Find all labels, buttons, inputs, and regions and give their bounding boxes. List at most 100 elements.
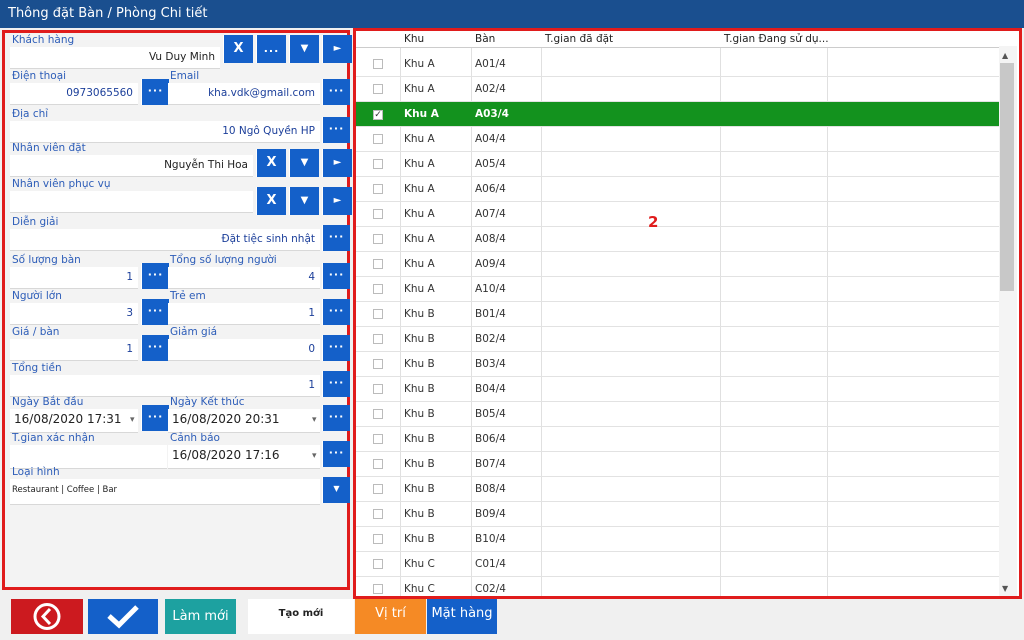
table-row[interactable]: Khu B B07/4 — [356, 452, 999, 477]
table-row[interactable]: Khu C C02/4 — [356, 577, 999, 596]
row-checkbox[interactable] — [373, 84, 383, 94]
warning-ellipsis-button[interactable]: ··· — [322, 441, 350, 467]
discount-ellipsis-button[interactable]: ··· — [322, 335, 350, 361]
row-checkbox[interactable] — [373, 534, 383, 544]
adults-input[interactable]: 3 — [10, 303, 138, 325]
row-checkbox[interactable] — [373, 434, 383, 444]
table-row[interactable]: Khu B B05/4 — [356, 402, 999, 427]
table-row[interactable]: Khu B B02/4 — [356, 327, 999, 352]
total-ellipsis-button[interactable]: ··· — [322, 371, 350, 397]
table-row[interactable]: Khu A A10/4 — [356, 277, 999, 302]
column-header-in-use-time[interactable]: T.gian Đang sử dụ... — [724, 33, 829, 45]
table-row[interactable]: Khu A A04/4 — [356, 127, 999, 152]
table-row[interactable]: Khu B B06/4 — [356, 427, 999, 452]
scroll-up-icon[interactable]: ▲ — [1002, 51, 1008, 60]
end-date-ellipsis-button[interactable]: ··· — [322, 405, 350, 431]
row-checkbox[interactable] — [373, 359, 383, 369]
address-ellipsis-button[interactable]: ··· — [322, 117, 350, 143]
price-per-table-ellipsis-button[interactable]: ··· — [141, 335, 169, 361]
row-checkbox[interactable] — [373, 484, 383, 494]
type-select[interactable]: Restaurant | Coffee | Bar — [10, 479, 320, 505]
row-checkbox[interactable] — [373, 59, 383, 69]
table-row[interactable]: Khu A A07/4 — [356, 202, 999, 227]
service-staff-next-button[interactable]: ► — [322, 187, 352, 215]
customer-dropdown-button[interactable]: ▼ — [289, 35, 319, 63]
end-date-input[interactable]: 16/08/2020 20:31 ▾ — [168, 409, 320, 433]
phone-input[interactable]: 0973065560 — [10, 83, 138, 105]
table-row[interactable]: ✓ Khu A A03/4 — [356, 102, 999, 127]
row-checkbox[interactable] — [373, 584, 383, 594]
email-ellipsis-button[interactable]: ··· — [322, 79, 350, 105]
row-checkbox[interactable]: ✓ — [373, 110, 383, 120]
clear-service-staff-button[interactable]: X — [256, 187, 286, 215]
start-date-input[interactable]: 16/08/2020 17:31 ▾ — [10, 409, 138, 433]
table-row[interactable]: Khu A A06/4 — [356, 177, 999, 202]
customer-input[interactable]: Vu Duy Minh — [10, 47, 220, 69]
children-ellipsis-button[interactable]: ··· — [322, 299, 350, 325]
table-row[interactable]: Khu C C01/4 — [356, 552, 999, 577]
discount-input[interactable]: 0 — [168, 339, 320, 361]
table-row[interactable]: Khu B B03/4 — [356, 352, 999, 377]
back-button[interactable] — [11, 599, 83, 634]
booking-staff-dropdown-button[interactable]: ▼ — [289, 149, 319, 177]
table-count-ellipsis-button[interactable]: ··· — [141, 263, 169, 289]
address-input[interactable]: 10 Ngô Quyền HP — [10, 121, 320, 143]
row-checkbox[interactable] — [373, 509, 383, 519]
row-checkbox[interactable] — [373, 184, 383, 194]
column-header-table[interactable]: Bàn — [475, 33, 495, 45]
service-staff-dropdown-button[interactable]: ▼ — [289, 187, 319, 215]
table-row[interactable]: Khu B B01/4 — [356, 302, 999, 327]
tab-items[interactable]: Mặt hàng — [427, 599, 497, 634]
row-checkbox[interactable] — [373, 309, 383, 319]
tab-create-new[interactable]: Tạo mới — [248, 599, 354, 634]
row-checkbox[interactable] — [373, 134, 383, 144]
table-count-input[interactable]: 1 — [10, 267, 138, 289]
table-row[interactable]: Khu A A05/4 — [356, 152, 999, 177]
column-header-booked-time[interactable]: T.gian đã đặt — [545, 33, 613, 45]
scroll-down-icon[interactable]: ▼ — [1002, 584, 1008, 593]
save-button[interactable] — [88, 599, 158, 634]
booking-staff-input[interactable]: Nguyễn Thi Hoa — [10, 155, 253, 177]
row-checkbox[interactable] — [373, 559, 383, 569]
table-row[interactable]: Khu B B04/4 — [356, 377, 999, 402]
price-per-table-input[interactable]: 1 — [10, 339, 138, 361]
warning-input[interactable]: 16/08/2020 17:16 ▾ — [168, 445, 320, 469]
table-row[interactable]: Khu B B09/4 — [356, 502, 999, 527]
row-checkbox[interactable] — [373, 159, 383, 169]
total-people-input[interactable]: 4 — [168, 267, 320, 289]
row-checkbox[interactable] — [373, 409, 383, 419]
phone-ellipsis-button[interactable]: ··· — [141, 79, 169, 105]
description-input[interactable]: Đặt tiệc sinh nhật — [10, 229, 320, 251]
tab-location[interactable]: Vị trí — [355, 599, 426, 634]
row-checkbox[interactable] — [373, 459, 383, 469]
table-row[interactable]: Khu A A02/4 — [356, 77, 999, 102]
table-row[interactable]: Khu B B08/4 — [356, 477, 999, 502]
adults-ellipsis-button[interactable]: ··· — [141, 299, 169, 325]
more-customer-button[interactable]: ... — [256, 35, 286, 63]
row-checkbox[interactable] — [373, 284, 383, 294]
customer-next-button[interactable]: ► — [322, 35, 352, 63]
start-date-ellipsis-button[interactable]: ··· — [141, 405, 169, 431]
row-checkbox[interactable] — [373, 209, 383, 219]
table-row[interactable]: Khu A A09/4 — [356, 252, 999, 277]
booking-staff-next-button[interactable]: ► — [322, 149, 352, 177]
children-input[interactable]: 1 — [168, 303, 320, 325]
row-checkbox[interactable] — [373, 334, 383, 344]
table-row[interactable]: Khu B B10/4 — [356, 527, 999, 552]
grid-scrollbar-thumb[interactable] — [1000, 63, 1014, 291]
column-header-area[interactable]: Khu — [404, 33, 424, 45]
description-ellipsis-button[interactable]: ··· — [322, 225, 350, 251]
row-checkbox[interactable] — [373, 384, 383, 394]
email-input[interactable]: kha.vdk@gmail.com — [168, 83, 320, 105]
row-checkbox[interactable] — [373, 259, 383, 269]
table-row[interactable]: Khu A A08/4 — [356, 227, 999, 252]
table-row[interactable]: Khu A A01/4 — [356, 52, 999, 77]
service-staff-input[interactable] — [10, 191, 253, 213]
total-input[interactable]: 1 — [10, 375, 320, 397]
type-dropdown-button[interactable]: ▼ — [322, 477, 350, 503]
clear-customer-button[interactable]: X — [223, 35, 253, 63]
total-people-ellipsis-button[interactable]: ··· — [322, 263, 350, 289]
clear-booking-staff-button[interactable]: X — [256, 149, 286, 177]
row-checkbox[interactable] — [373, 234, 383, 244]
refresh-button[interactable]: Làm mới — [165, 599, 236, 634]
